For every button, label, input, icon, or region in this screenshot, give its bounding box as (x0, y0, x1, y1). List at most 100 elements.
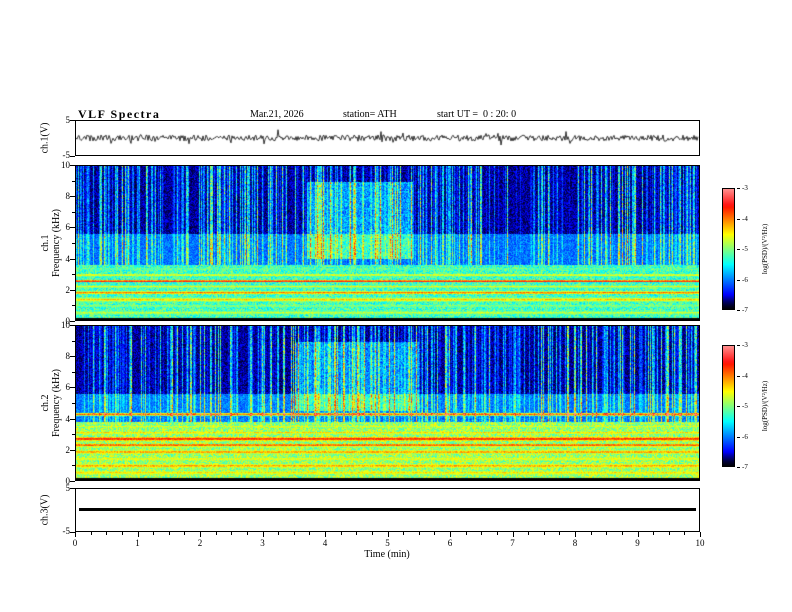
ch3-waveform-panel (75, 488, 700, 532)
y-tick-mark (70, 289, 75, 291)
ch2-axis-frequency-label: Frequency (kHz) (51, 368, 62, 438)
x-minor-tick-mark (246, 532, 248, 535)
x-tick-mark (137, 532, 139, 537)
y-tick-mark (70, 325, 75, 326)
colorbar-tick-label: -4 (742, 214, 748, 223)
ch2-colorbar (722, 345, 735, 467)
ch1-colorbar-canvas (723, 189, 734, 309)
y-tick-mark (70, 120, 75, 121)
ch1-colorbar (722, 188, 735, 310)
x-tick-mark (325, 532, 326, 537)
colorbar-tick-mark (737, 249, 740, 250)
y-tick-mark (70, 387, 75, 389)
ch2-colorbar-label: log(PSD)/(V²/Hz) (761, 380, 769, 432)
x-minor-tick-mark (231, 532, 233, 535)
x-tick-label: 3 (260, 538, 265, 548)
x-tick-mark (200, 532, 201, 537)
y-tick-mark (70, 258, 75, 260)
x-minor-tick-mark (168, 532, 170, 535)
x-minor-tick-mark (528, 532, 530, 535)
x-tick-label: 6 (447, 538, 453, 548)
colorbar-tick-mark (737, 310, 740, 311)
colorbar-tick-label: -6 (742, 275, 748, 284)
ch1-voltage-axis-label: ch.1(V) (39, 122, 51, 154)
y-tick-label: 10 (61, 160, 70, 170)
x-minor-tick-mark (621, 532, 623, 535)
x-minor-tick-mark (496, 532, 498, 535)
y-tick-label: 8 (65, 191, 71, 202)
x-minor-tick-mark (434, 532, 436, 535)
y-tick-label: 8 (65, 351, 71, 362)
ch1-frequency-axis-label: ch.1 Frequency (kHz) (40, 209, 62, 277)
y-minor-tick-mark (72, 465, 75, 467)
x-minor-tick-mark (278, 532, 280, 535)
colorbar-tick-mark (737, 436, 740, 438)
y-minor-tick-mark (72, 434, 75, 436)
ch2-colorbar-canvas (723, 346, 734, 466)
ch3-wave-ytick-bottom: -5 (62, 526, 71, 536)
y-tick-label: 6 (65, 222, 71, 233)
x-tick-mark (450, 532, 451, 537)
y-tick-mark (70, 165, 75, 166)
y-tick-mark (70, 321, 75, 322)
y-tick-mark (70, 488, 75, 489)
y-tick-mark (70, 418, 75, 420)
colorbar-tick-mark (737, 218, 740, 220)
x-tick-label: 4 (322, 538, 328, 548)
figure-date: Mar.21, 2026 (250, 109, 304, 120)
colorbar-tick-mark (737, 406, 740, 407)
ch1-spectrogram-panel (75, 165, 700, 321)
x-minor-tick-mark (481, 532, 483, 535)
colorbar-tick-label: -4 (742, 371, 748, 380)
x-tick-label: 8 (572, 538, 578, 548)
ch1-spectrogram-canvas (76, 166, 699, 320)
x-tick-label: 9 (635, 538, 640, 548)
x-minor-tick-mark (90, 532, 92, 535)
y-tick-label: 2 (65, 444, 71, 455)
y-tick-mark (70, 532, 75, 533)
y-tick-mark (70, 227, 75, 229)
y-minor-tick-mark (72, 340, 75, 342)
colorbar-tick-label: -7 (742, 306, 748, 314)
ch3-flat-line (79, 508, 696, 511)
y-tick-label: 10 (61, 320, 70, 330)
x-minor-tick-mark (606, 532, 608, 535)
figure-start-ut: start UT = 0 : 20: 0 (437, 109, 517, 120)
colorbar-tick-label: -5 (742, 402, 748, 410)
colorbar-tick-label: -7 (742, 463, 748, 471)
y-tick-label: 0 (65, 476, 71, 486)
time-axis-label: Time (min) (364, 549, 410, 560)
ch3-voltage-axis-label: ch.3(V) (39, 494, 51, 526)
x-tick-label: 1 (135, 538, 140, 548)
colorbar-tick-mark (737, 375, 740, 377)
x-minor-tick-mark (418, 532, 420, 535)
ch1-wave-ytick-bottom: -5 (62, 150, 71, 160)
y-tick-mark (70, 356, 75, 358)
y-minor-tick-mark (72, 371, 75, 373)
figure-station: station= ATH (343, 109, 397, 120)
colorbar-tick-label: -5 (742, 245, 748, 253)
y-minor-tick-mark (72, 243, 75, 244)
y-tick-label: 6 (65, 382, 71, 393)
x-tick-mark (637, 532, 639, 537)
x-tick-mark (75, 532, 76, 537)
x-tick-label: 7 (510, 538, 515, 548)
y-tick-label: 4 (65, 413, 71, 424)
x-minor-tick-mark (153, 532, 155, 535)
x-tick-label: 0 (72, 538, 78, 548)
vlf-spectra-figure: VLF Spectra Mar.21, 2026 station= ATH st… (0, 0, 792, 612)
y-minor-tick-mark (72, 305, 75, 307)
x-minor-tick-mark (121, 532, 123, 535)
x-minor-tick-mark (215, 532, 217, 535)
x-tick-label: 5 (385, 538, 390, 548)
x-minor-tick-mark (340, 532, 342, 535)
colorbar-tick-mark (737, 467, 740, 468)
x-minor-tick-mark (668, 532, 670, 535)
y-minor-tick-mark (72, 180, 75, 182)
y-minor-tick-mark (72, 403, 75, 404)
y-tick-label: 4 (65, 253, 71, 264)
ch1-axis-channel-label: ch.1 (40, 234, 51, 252)
y-tick-mark (70, 196, 75, 198)
y-minor-tick-mark (72, 274, 75, 276)
ch1-waveform-canvas (76, 121, 699, 155)
